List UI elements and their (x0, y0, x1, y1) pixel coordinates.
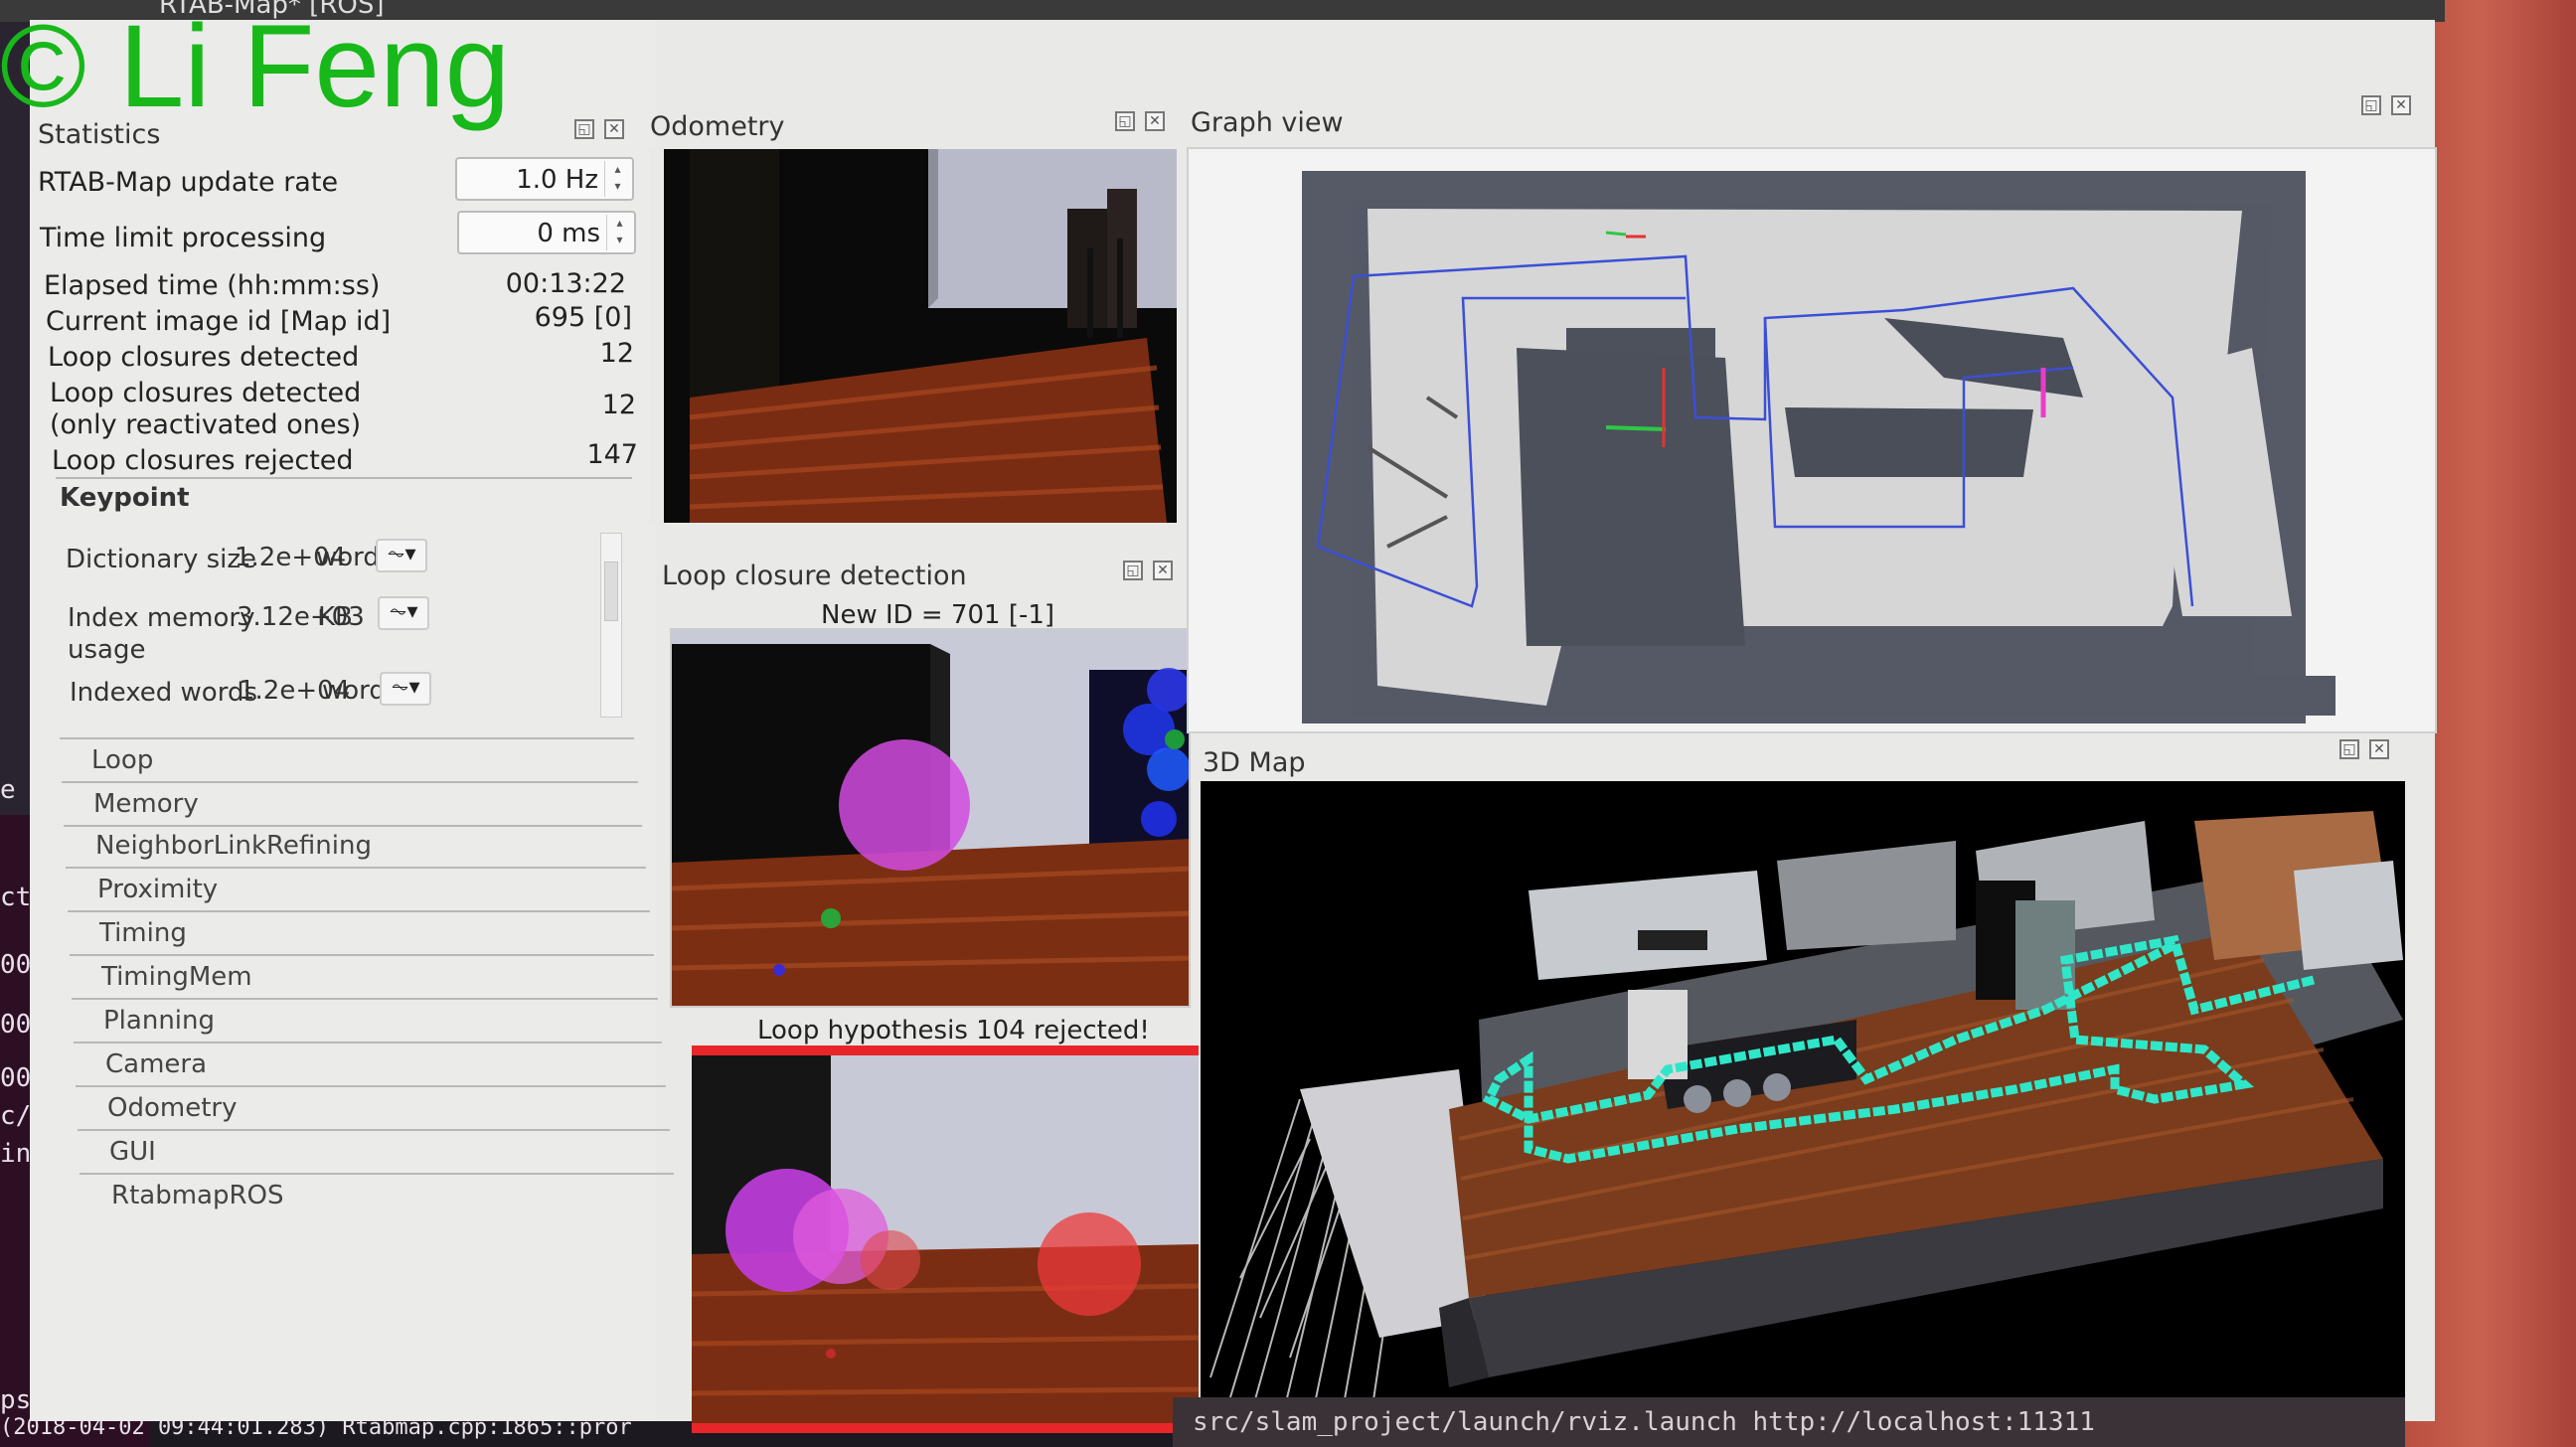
group-divider (60, 737, 634, 739)
float-icon[interactable]: ◱ (574, 119, 594, 139)
old-image-features (692, 1055, 1199, 1423)
loop-closures-reactivated-label: Loop closures detected (only reactivated… (50, 378, 362, 440)
keypoint-header[interactable]: Keypoint (60, 483, 190, 513)
loop-closures-rejected-value: 147 (586, 439, 638, 470)
graph-view-title: Graph view (1191, 107, 1344, 138)
group-loop[interactable]: Loop (91, 745, 153, 775)
group-divider (56, 477, 632, 479)
new-image-features (672, 630, 1189, 1006)
group-divider (78, 1129, 670, 1131)
time-limit-spinbox[interactable]: 0 ms ▴ ▾ (457, 211, 636, 254)
group-timing[interactable]: Timing (99, 918, 187, 948)
float-icon[interactable]: ◱ (1115, 111, 1135, 131)
elapsed-time-value: 00:13:22 (505, 268, 626, 299)
group-divider (62, 781, 638, 783)
group-divider (64, 825, 642, 827)
group-odometry[interactable]: Odometry (107, 1093, 237, 1123)
keypoint-group: Keypoint Dictionary size 1.2e+04 words ⏦… (56, 477, 632, 725)
3d-point-cloud (1201, 781, 2405, 1427)
close-icon[interactable]: ✕ (1153, 561, 1173, 580)
group-divider (70, 954, 654, 956)
3d-map-title: 3D Map (1203, 747, 1306, 778)
current-image-id-label: Current image id [Map id] (46, 306, 392, 337)
time-limit-value: 0 ms (537, 219, 600, 248)
odometry-camera-image (650, 149, 1177, 523)
time-limit-label: Time limit processing (40, 223, 327, 253)
statistics-panel: Statistics ◱ ✕ RTAB-Map update rate 1.0 … (30, 20, 674, 1421)
close-icon[interactable]: ✕ (604, 119, 624, 139)
odometry-title: Odometry (650, 111, 785, 142)
group-divider (76, 1085, 666, 1087)
rtabmap-main-window: Statistics ◱ ✕ RTAB-Map update rate 1.0 … (30, 20, 2437, 1433)
group-gui[interactable]: GUI (109, 1137, 156, 1167)
loop-closure-new-image[interactable] (670, 628, 1191, 1008)
group-memory[interactable]: Memory (93, 789, 199, 819)
graph-view-dock-buttons: ◱ ✕ (2361, 95, 2411, 115)
scrollbar-thumb[interactable] (604, 562, 618, 621)
close-icon[interactable]: ✕ (2391, 95, 2411, 115)
elapsed-time-label: Elapsed time (hh:mm:ss) (44, 270, 381, 301)
loop-hypothesis-status: Loop hypothesis 104 rejected! (757, 1016, 1150, 1045)
dictionary-size-label: Dictionary size (66, 545, 257, 574)
group-divider (68, 910, 650, 912)
plot-icon[interactable]: ⏦▾ (380, 672, 431, 706)
group-divider (74, 1042, 662, 1044)
loop-closure-old-image[interactable] (692, 1045, 1199, 1433)
loop-closures-detected-value: 12 (599, 338, 634, 369)
close-icon[interactable]: ✕ (1145, 111, 1165, 131)
plot-icon[interactable]: ⏦▾ (378, 596, 429, 630)
index-memory-unit: KB (318, 602, 353, 632)
loop-closures-reactivated-value: 12 (601, 390, 636, 420)
close-icon[interactable]: ✕ (2369, 739, 2389, 759)
plot-icon[interactable]: ⏦▾ (376, 539, 427, 572)
new-id-label: New ID = 701 [-1] (821, 600, 1055, 630)
index-memory-label: Index memory usage (68, 603, 255, 665)
update-rate-value: 1.0 Hz (516, 165, 598, 195)
group-neighbor-link-refining[interactable]: NeighborLinkRefining (95, 831, 372, 861)
group-rtabmap-ros[interactable]: RtabmapROS (111, 1181, 284, 1210)
loop-closure-title: Loop closure detection (662, 561, 967, 591)
group-divider (80, 1173, 674, 1175)
keypoint-scrollbar[interactable] (600, 533, 622, 718)
loop-closures-rejected-label: Loop closures rejected (52, 445, 354, 476)
copyright-watermark: © Li Feng (0, 1, 511, 132)
graph-view-canvas[interactable] (1187, 147, 2437, 733)
loop-closures-detected-label: Loop closures detected (48, 342, 360, 373)
float-icon[interactable]: ◱ (1123, 561, 1143, 580)
3d-map-dock-buttons: ◱ ✕ (2339, 739, 2389, 759)
odometry-view[interactable] (650, 149, 1177, 523)
statistics-dock-buttons: ◱ ✕ (574, 119, 624, 139)
update-rate-spinbox[interactable]: 1.0 Hz ▴ ▾ (455, 157, 634, 201)
occupancy-grid-map (1302, 171, 2335, 724)
update-rate-label: RTAB-Map update rate (38, 167, 339, 198)
spin-arrows-icon[interactable]: ▴ ▾ (604, 161, 630, 197)
group-divider (72, 998, 658, 1000)
group-divider (66, 867, 646, 869)
3d-map-view[interactable] (1201, 781, 2405, 1427)
group-timing-mem[interactable]: TimingMem (101, 962, 252, 992)
float-icon[interactable]: ◱ (2361, 95, 2381, 115)
group-camera[interactable]: Camera (105, 1049, 207, 1079)
indexed-words-label: Indexed words (70, 678, 257, 708)
spin-arrows-icon[interactable]: ▴ ▾ (606, 215, 632, 250)
current-image-id-value: 695 [0] (534, 302, 632, 333)
float-icon[interactable]: ◱ (2339, 739, 2359, 759)
loop-closure-dock-buttons: ◱ ✕ (1123, 561, 1173, 580)
group-planning[interactable]: Planning (103, 1006, 215, 1036)
group-proximity[interactable]: Proximity (97, 875, 218, 904)
odometry-dock-buttons: ◱ ✕ (1115, 111, 1165, 131)
terminal-status-line: src/slam_project/launch/rviz.launch http… (1173, 1397, 2405, 1447)
